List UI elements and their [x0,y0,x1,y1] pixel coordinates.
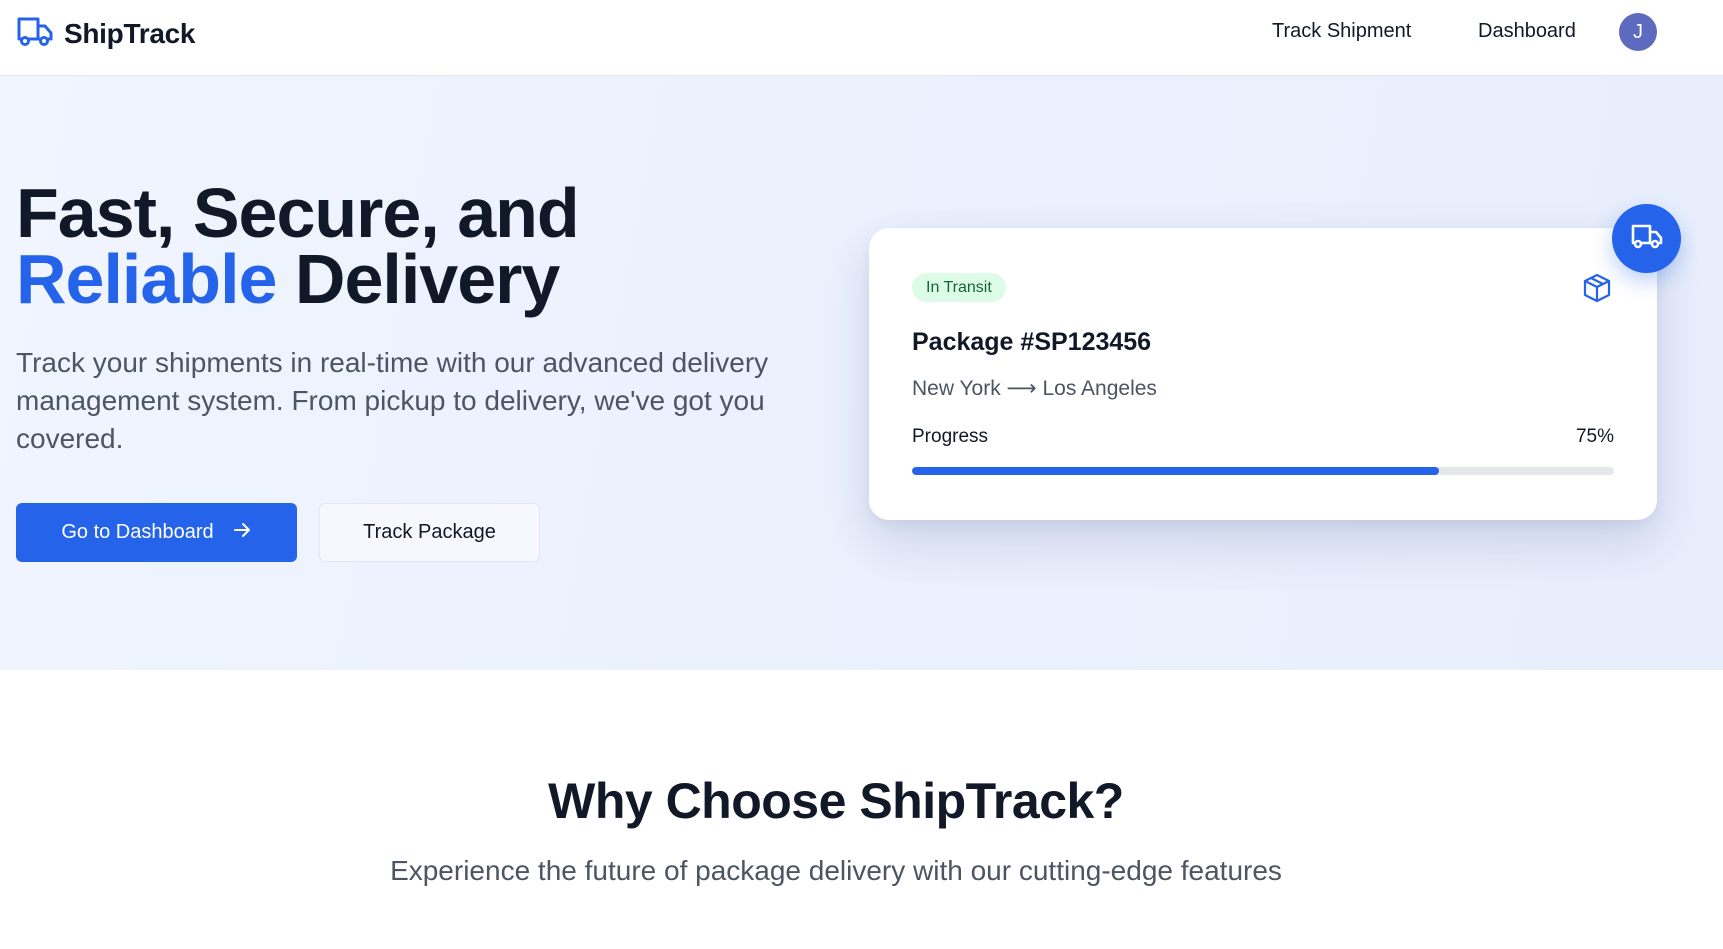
hero-title: Fast, Secure, and Reliable Delivery [16,178,580,314]
brand-logo[interactable]: ShipTrack [16,14,195,53]
progress-bar-fill [912,467,1439,475]
package-route: New York ⟶ Los Angeles [912,377,1157,400]
truck-icon [16,14,54,53]
hero-title-rest: Delivery [276,240,560,318]
features-title: Why Choose ShipTrack? [548,773,1124,829]
nav-link-dashboard[interactable]: Dashboard [1478,20,1576,43]
shipment-card: In Transit Package #SP123456 New York ⟶ … [869,228,1657,520]
user-avatar[interactable]: J [1619,13,1657,51]
go-to-dashboard-label: Go to Dashboard [61,521,214,543]
package-title: Package #SP123456 [912,328,1152,356]
navbar: ShipTrack Track Shipment Dashboard J [0,0,1723,76]
progress-value: 75% [1575,426,1614,447]
arrow-right-icon [232,520,252,546]
status-badge: In Transit [912,273,1006,302]
package-icon [1582,272,1612,309]
hero-title-accent: Reliable [16,240,277,318]
track-package-label: Track Package [363,521,496,543]
truck-icon [1630,222,1664,255]
progress-bar [912,467,1614,475]
progress-label: Progress [912,426,989,447]
track-package-button[interactable]: Track Package [319,503,540,562]
hero-section: Fast, Secure, and Reliable Delivery Trac… [0,76,1723,670]
features-subtitle: Experience the future of package deliver… [390,855,1282,886]
truck-fab-button[interactable] [1612,204,1681,273]
hero-description: Track your shipments in real-time with o… [16,347,769,454]
nav-link-track-shipment[interactable]: Track Shipment [1272,20,1411,43]
brand-name: ShipTrack [64,17,196,49]
go-to-dashboard-button[interactable]: Go to Dashboard [16,503,297,562]
